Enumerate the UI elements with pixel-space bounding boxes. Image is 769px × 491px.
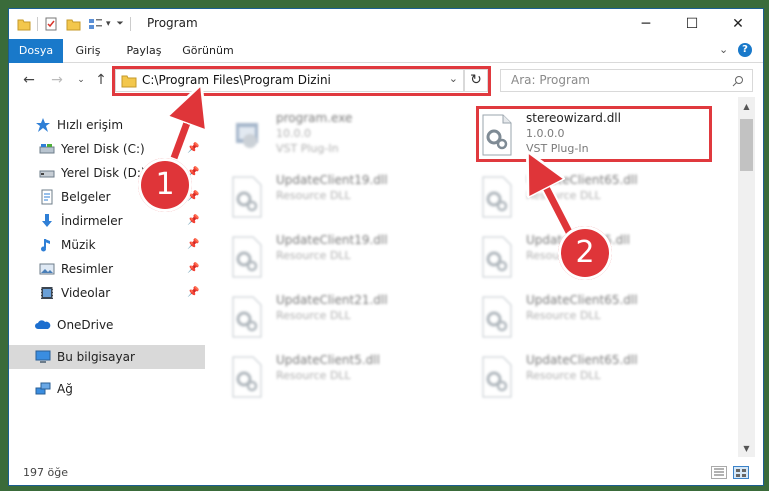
arrow-1 (174, 104, 194, 160)
arrow-2 (537, 170, 574, 236)
step-badge-1: 1 (138, 158, 192, 212)
step-badge-2: 2 (558, 226, 612, 280)
annotation-arrows (0, 0, 575, 237)
